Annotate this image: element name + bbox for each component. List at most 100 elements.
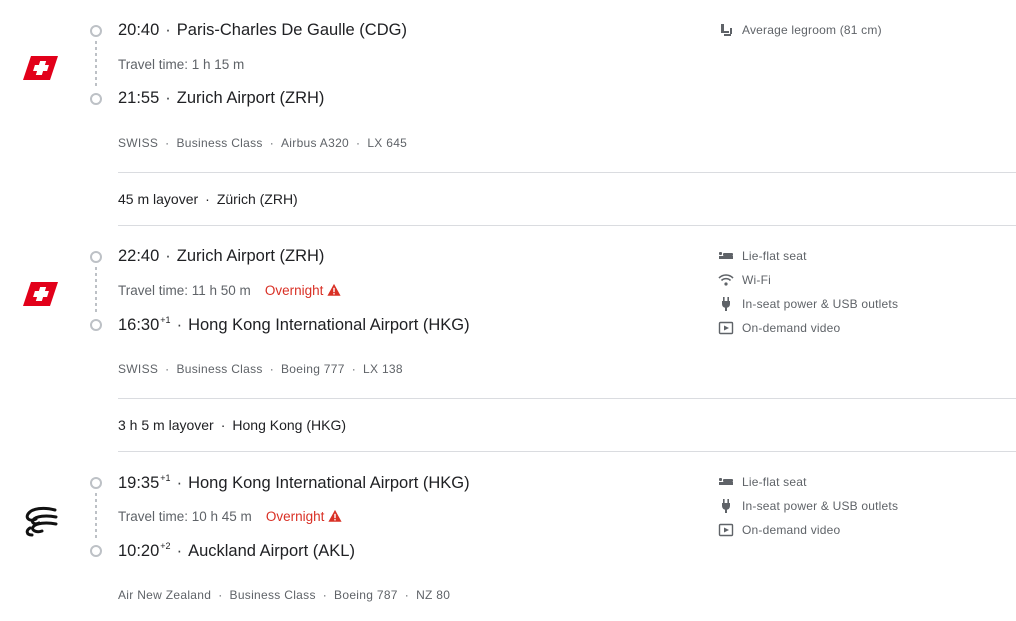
separator: · [176,474,183,492]
travel-time-text: Travel time: 11 h 50 m [118,283,251,298]
flight-segment: 20:40 · Paris-Charles De Gaulle (CDG) Trav… [0,0,1016,170]
arrival-dot [90,545,102,557]
arrival-airport: Auckland Airport (AKL) [188,542,355,560]
layover-info: 45 m layover · Zürich (ZRH) [118,191,298,207]
flight-number: NZ 80 [416,588,451,602]
aircraft-type: Boeing 787 [334,588,398,602]
departure-dot [90,251,102,263]
lie-flat-seat-icon [718,474,734,490]
layover-location: Hong Kong (HKG) [232,417,346,433]
airline-name: SWISS [118,362,159,376]
arrival-time: 21:55 [118,89,160,107]
amenity-lie-flat-seat: Lie-flat seat [718,244,898,268]
amenity-label: Average legroom (81 cm) [742,23,882,37]
day-offset: +1 [160,315,171,325]
flight-number: LX 138 [363,362,403,376]
separator: · [218,588,223,602]
divider [118,172,1016,173]
flight-details: SWISS · Business Class · Boeing 777 · LX 138 [118,362,403,376]
amenity-label: In-seat power & USB outlets [742,297,899,311]
overnight-label: Overnight [264,283,324,298]
separator: · [356,136,361,150]
arrival-line: 16:30+1 · Hong Kong International Airport … [118,315,470,335]
departure-dot [90,25,102,37]
amenities-list: Average legroom (81 cm) [718,18,882,42]
warning-icon [327,283,341,297]
travel-time-text: Travel time: 10 h 45 m [118,509,252,524]
flight-details: Air New Zealand · Business Class · Boeing 78… [118,588,450,602]
departure-dot [90,477,102,489]
amenity-label: Lie-flat seat [742,475,807,489]
layover-info: 3 h 5 m layover · Hong Kong (HKG) [118,417,346,433]
power-plug-icon [718,296,734,312]
day-offset: +1 [160,473,171,483]
layover-location: Zürich (ZRH) [216,191,298,207]
lie-flat-seat-icon [718,248,734,264]
amenity-label: In-seat power & USB outlets [742,499,899,513]
separator: · [351,362,357,376]
route-dotted-line [95,267,97,315]
divider [118,398,1016,399]
separator: · [269,362,274,376]
separator: · [404,588,410,602]
cabin-class: Business Class [176,362,263,376]
separator: · [176,542,183,560]
legroom-icon [718,22,734,38]
route-dotted-line [95,41,97,89]
separator: · [322,588,328,602]
amenity-power: In-seat power & USB outlets [718,292,898,316]
swiss-logo-icon [22,54,58,82]
arrival-dot [90,93,102,105]
arrival-airport: Hong Kong International Airport (HKG) [188,316,470,334]
flight-details: SWISS · Business Class · Airbus A320 · LX 645 [118,136,407,150]
cabin-class: Business Class [176,136,263,150]
separator: · [165,89,171,107]
video-icon [718,522,734,538]
separator: · [205,191,210,207]
arrival-line: 10:20+2 · Auckland Airport (AKL) [118,541,355,561]
layover-duration: 45 m layover [118,191,199,207]
travel-time: Travel time: 10 h 45 m Overnight [118,509,342,524]
amenity-wifi: Wi-Fi [718,268,898,292]
amenity-lie-flat-seat: Lie-flat seat [718,470,898,494]
amenities-list: Lie-flat seat In-seat power & USB outlet… [718,470,898,542]
amenities-list: Lie-flat seat Wi-Fi In-seat power & USB … [718,244,898,340]
layover-duration: 3 h 5 m layover [118,417,214,433]
separator: · [165,247,171,265]
amenity-label: Wi-Fi [742,273,771,287]
arrival-dot [90,319,102,331]
amenity-label: On-demand video [742,321,841,335]
travel-time: Travel time: 11 h 50 m Overnight [118,283,341,298]
overnight-label: Overnight [265,509,325,524]
amenity-video: On-demand video [718,518,898,542]
departure-time: 22:40 [118,247,160,265]
separator: · [176,316,183,334]
flight-segment: 22:40 · Zurich Airport (ZRH) Travel time: … [0,226,1016,396]
separator: · [269,136,274,150]
swiss-logo-icon [22,280,58,308]
day-offset: +2 [160,541,171,551]
departure-airport: Zurich Airport (ZRH) [176,247,325,265]
separator: · [165,21,171,39]
separator: · [165,136,170,150]
amenity-label: On-demand video [742,523,841,537]
arrival-time: 10:20 [118,542,160,560]
arrival-airport: Zurich Airport (ZRH) [176,89,325,107]
cabin-class: Business Class [229,588,316,602]
amenity-label: Lie-flat seat [742,249,807,263]
route-dotted-line [95,493,97,541]
airline-name: Air New Zealand [118,588,212,602]
video-icon [718,320,734,336]
separator: · [220,417,226,433]
departure-time: 19:35 [118,474,160,492]
departure-line: 20:40 · Paris-Charles De Gaulle (CDG) [118,21,407,40]
amenity-power: In-seat power & USB outlets [718,494,898,518]
departure-airport: Hong Kong International Airport (HKG) [188,474,470,492]
airline-name: SWISS [118,136,159,150]
amenity-video: On-demand video [718,316,898,340]
separator: · [165,362,170,376]
wifi-icon [718,272,734,288]
power-plug-icon [718,498,734,514]
aircraft-type: Airbus A320 [281,136,350,150]
flight-segment: 19:35+1 · Hong Kong International Airport … [0,452,1016,621]
